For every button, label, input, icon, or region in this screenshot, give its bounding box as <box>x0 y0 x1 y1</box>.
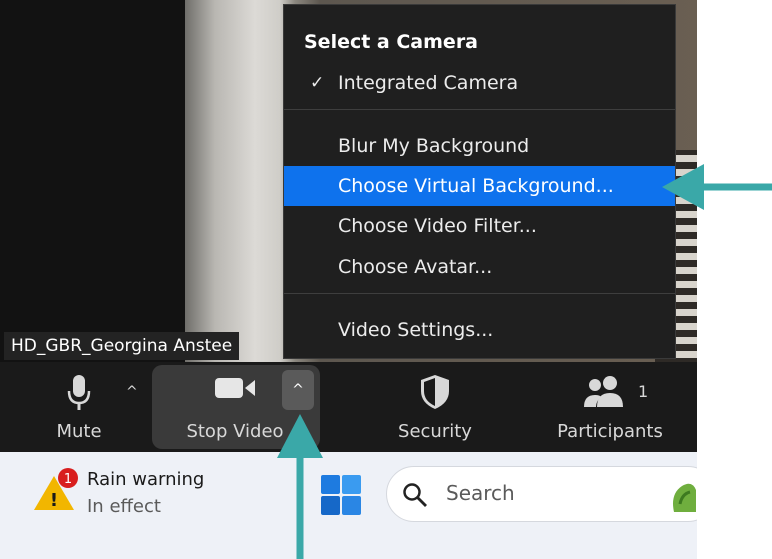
menu-item-integrated-camera[interactable]: ✓ Integrated Camera <box>284 63 675 103</box>
weather-title: Rain warning <box>87 469 205 490</box>
search-icon <box>402 482 428 512</box>
security-label: Security <box>398 421 472 442</box>
menu-item-label: Integrated Camera <box>338 72 519 94</box>
menu-item-virtual-background[interactable]: Choose Virtual Background... <box>284 166 675 206</box>
menu-item-label: Choose Virtual Background... <box>338 175 614 197</box>
menu-item-blur-background[interactable]: Blur My Background <box>284 126 675 166</box>
menu-divider <box>284 109 675 110</box>
annotation-arrow-right <box>662 164 772 210</box>
security-button[interactable]: Security <box>380 362 490 452</box>
menu-item-video-settings[interactable]: Video Settings... <box>284 310 675 350</box>
search-placeholder: Search <box>446 481 515 505</box>
weather-widget[interactable]: ! 1 <box>32 468 80 518</box>
search-input[interactable] <box>386 466 716 522</box>
mute-label: Mute <box>56 421 102 442</box>
camera-menu: Select a Camera ✓ Integrated Camera Blur… <box>283 4 676 359</box>
menu-item-label: Video Settings... <box>338 319 494 341</box>
tray-app-icon[interactable] <box>670 474 698 518</box>
mute-button[interactable]: Mute <box>30 362 128 452</box>
video-options-chevron-icon[interactable]: ^ <box>282 370 314 410</box>
menu-divider <box>284 293 675 294</box>
participants-count: 1 <box>638 382 649 401</box>
menu-item-label: Blur My Background <box>338 135 530 157</box>
participant-name-label: HD_GBR_Georgina Anstee <box>4 332 240 360</box>
menu-heading: Select a Camera <box>304 31 479 53</box>
page-margin <box>697 0 772 559</box>
check-icon: ✓ <box>310 73 325 93</box>
menu-item-avatar[interactable]: Choose Avatar... <box>284 247 675 287</box>
annotation-arrow-up <box>277 414 323 559</box>
menu-item-label: Choose Avatar... <box>338 256 493 278</box>
weather-badge-count: 1 <box>64 472 72 487</box>
shield-icon <box>419 374 451 415</box>
video-dark-panel <box>0 0 185 362</box>
participants-icon <box>583 374 627 413</box>
menu-item-label: Choose Video Filter... <box>338 215 537 237</box>
svg-text:!: ! <box>50 490 58 511</box>
menu-item-video-filter[interactable]: Choose Video Filter... <box>284 206 675 246</box>
microphone-icon <box>66 374 92 417</box>
windows-start-icon[interactable] <box>320 474 362 520</box>
participants-label: Participants <box>557 421 663 442</box>
video-camera-icon <box>214 374 256 407</box>
audio-options-chevron-icon[interactable]: ^ <box>126 384 138 400</box>
meeting-toolbar: Mute ^ Stop Video Security 1 Participant… <box>0 362 697 452</box>
participants-button[interactable]: 1 Participants <box>550 362 670 452</box>
weather-subtitle: In effect <box>87 496 161 517</box>
